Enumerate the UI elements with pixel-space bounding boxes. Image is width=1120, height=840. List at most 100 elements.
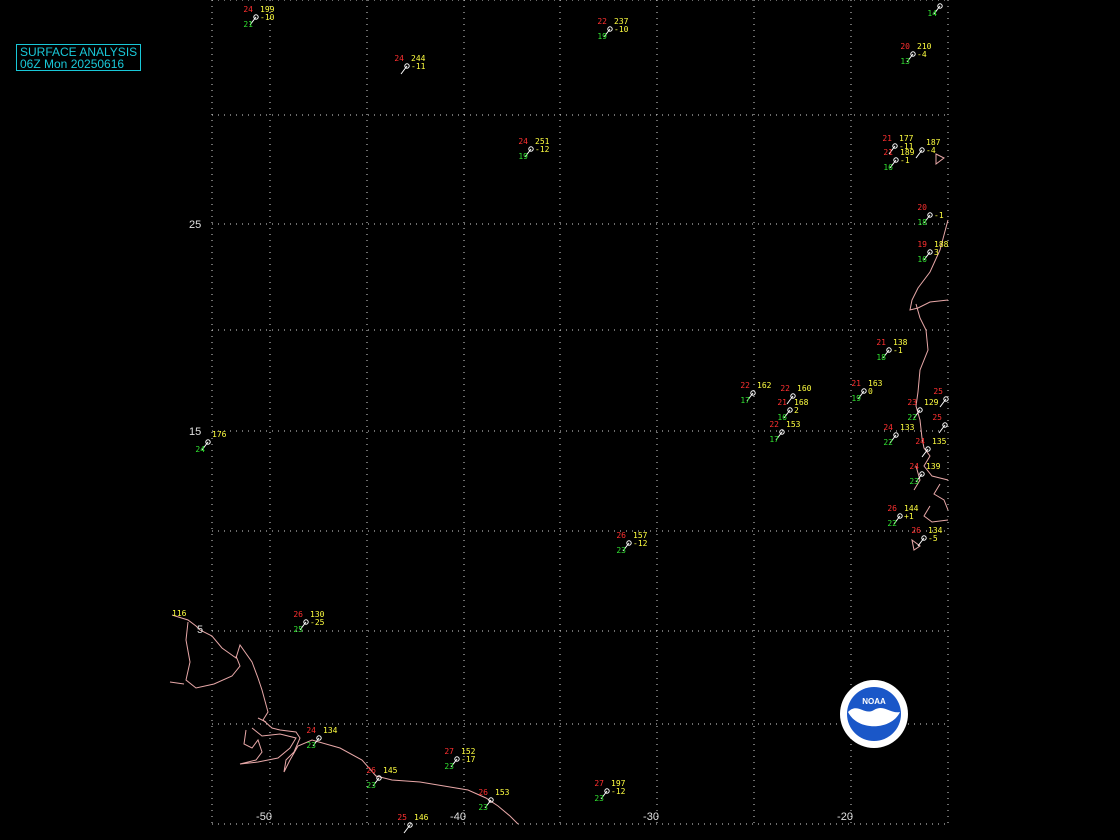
station-dewpoint: 23: [306, 741, 316, 750]
wind-barb: [917, 537, 925, 547]
station-plot: 2623157-12: [616, 531, 647, 555]
station-temperature: 24: [915, 437, 925, 446]
station-plot: 21191630: [851, 379, 882, 403]
station-temperature: 27: [444, 747, 454, 756]
station-dewpoint: 25: [293, 625, 303, 634]
station-plot: 2116189-1: [883, 148, 914, 172]
station-temperature: 20: [900, 42, 910, 51]
station-temperature: 26: [366, 766, 376, 775]
station-pressure: 162: [757, 381, 772, 390]
wind-barb: [939, 398, 947, 408]
station-pressure: 160: [797, 384, 812, 393]
station-plots: 2421199-10 2219237-1024 244-112013210-4241…: [195, 3, 949, 834]
station-dewpoint: 18: [917, 218, 927, 227]
station-temperature: 22: [597, 17, 607, 26]
noaa-logo: NOAA: [840, 680, 908, 748]
station-temperature: 24: [306, 726, 316, 735]
station-dewpoint: 24: [195, 445, 205, 454]
station-temperature: 23: [907, 398, 917, 407]
station-dewpoint: 16: [883, 163, 893, 172]
station-pressure: 176: [212, 430, 227, 439]
wind-barb: [786, 395, 794, 405]
station-pressure: 134: [323, 726, 338, 735]
station-plot: 25: [932, 413, 948, 434]
station-dewpoint: 13: [900, 57, 910, 66]
station-temperature: 21: [851, 379, 861, 388]
station-temperature: 25: [932, 413, 942, 422]
wind-barb: [938, 424, 946, 434]
station-plot: 2013210-4: [900, 42, 931, 66]
station-plot: 20 18 -1: [917, 203, 943, 227]
station-dewpoint: 17: [740, 396, 750, 405]
station-pressure-tendency: -1: [934, 211, 944, 220]
station-dewpoint: 18: [876, 353, 886, 362]
station-plot: 2723152-17: [444, 747, 475, 771]
station-dewpoint: 16: [917, 255, 927, 264]
station-pressure-tendency: -5: [928, 534, 938, 543]
station-plot: 2625130-25: [293, 610, 324, 634]
station-plot: 2419251-12: [518, 137, 549, 161]
surface-analysis-map: -50 -40 -30 -20 25 15 5 116 2421199-10 22…: [169, 0, 949, 834]
wind-barb: [403, 824, 411, 834]
graticule-grid: [211, 0, 949, 825]
station-temperature: 26: [887, 504, 897, 513]
station-temperature: 22: [740, 381, 750, 390]
station-temperature: 21: [882, 134, 892, 143]
station-temperature: 21: [883, 148, 893, 157]
station-pressure: 153: [495, 788, 510, 797]
station-temperature: 22: [769, 420, 779, 429]
station-dewpoint: 22: [907, 413, 917, 422]
lon-label-20: -20: [837, 811, 853, 823]
station-pressure-tendency: -10: [614, 25, 629, 34]
station-pressure-tendency: -1: [900, 156, 910, 165]
station-temperature: 19: [917, 240, 927, 249]
station-pressure-tendency: +1: [904, 512, 914, 521]
station-pressure-tendency: -12: [535, 145, 550, 154]
station-dewpoint: 19: [597, 32, 607, 41]
station-pressure-tendency: -12: [611, 787, 626, 796]
station-temperature: 24: [909, 462, 919, 471]
station-plot: 26 23 153: [478, 788, 509, 812]
wind-barb: [921, 448, 929, 458]
coastlines: [169, 153, 949, 825]
station-dewpoint: 17: [769, 435, 779, 444]
station-pressure-tendency: -4: [917, 50, 927, 59]
station-pressure: 133: [900, 423, 915, 432]
station-plot: 2421199-10: [243, 5, 274, 29]
station-temperature: 26: [616, 531, 626, 540]
station-pressure-tendency: -25: [310, 618, 325, 627]
station-pressure-tendency: -1: [893, 346, 903, 355]
station-temperature: 26: [293, 610, 303, 619]
lon-label-30: -30: [643, 811, 659, 823]
station-pressure-tendency: 2: [794, 406, 799, 415]
station-pressure: 139: [926, 462, 941, 471]
station-pressure: 153: [786, 420, 801, 429]
axis-labels: -50 -40 -30 -20 25 15 5 116: [172, 219, 853, 823]
station-pressure: 145: [383, 766, 398, 775]
station-dewpoint: 23: [366, 781, 376, 790]
station-pressure: 129: [924, 398, 939, 407]
station-temperature: 27: [594, 779, 604, 788]
isobar-label: 116: [172, 609, 187, 618]
station-plot: 22 17 162: [740, 381, 771, 405]
station-dewpoint: 19: [851, 394, 861, 403]
station-pressure-tendency: 0: [868, 387, 873, 396]
station-plot: 24 244-11: [394, 54, 426, 75]
station-temperature: 25: [933, 387, 943, 396]
station-dewpoint: 22: [883, 438, 893, 447]
lon-label-40: -40: [450, 811, 466, 823]
lat-label-5: 5: [197, 624, 203, 636]
station-dewpoint: 23: [616, 546, 626, 555]
station-pressure: 146: [414, 813, 429, 822]
station-plot: 25 146: [397, 813, 429, 834]
station-pressure-tendency: -4: [926, 146, 936, 155]
station-temperature: 26: [911, 526, 921, 535]
station-pressure-tendency: -10: [260, 13, 275, 22]
station-temperature: 20: [917, 203, 927, 212]
station-pressure: 135: [932, 437, 947, 446]
station-dewpoint: 21: [243, 20, 253, 29]
station-temperature: 21: [876, 338, 886, 347]
station-dewpoint: 23: [594, 794, 604, 803]
station-temperature: 22: [780, 384, 790, 393]
station-plot: 2622144+1: [887, 504, 918, 528]
